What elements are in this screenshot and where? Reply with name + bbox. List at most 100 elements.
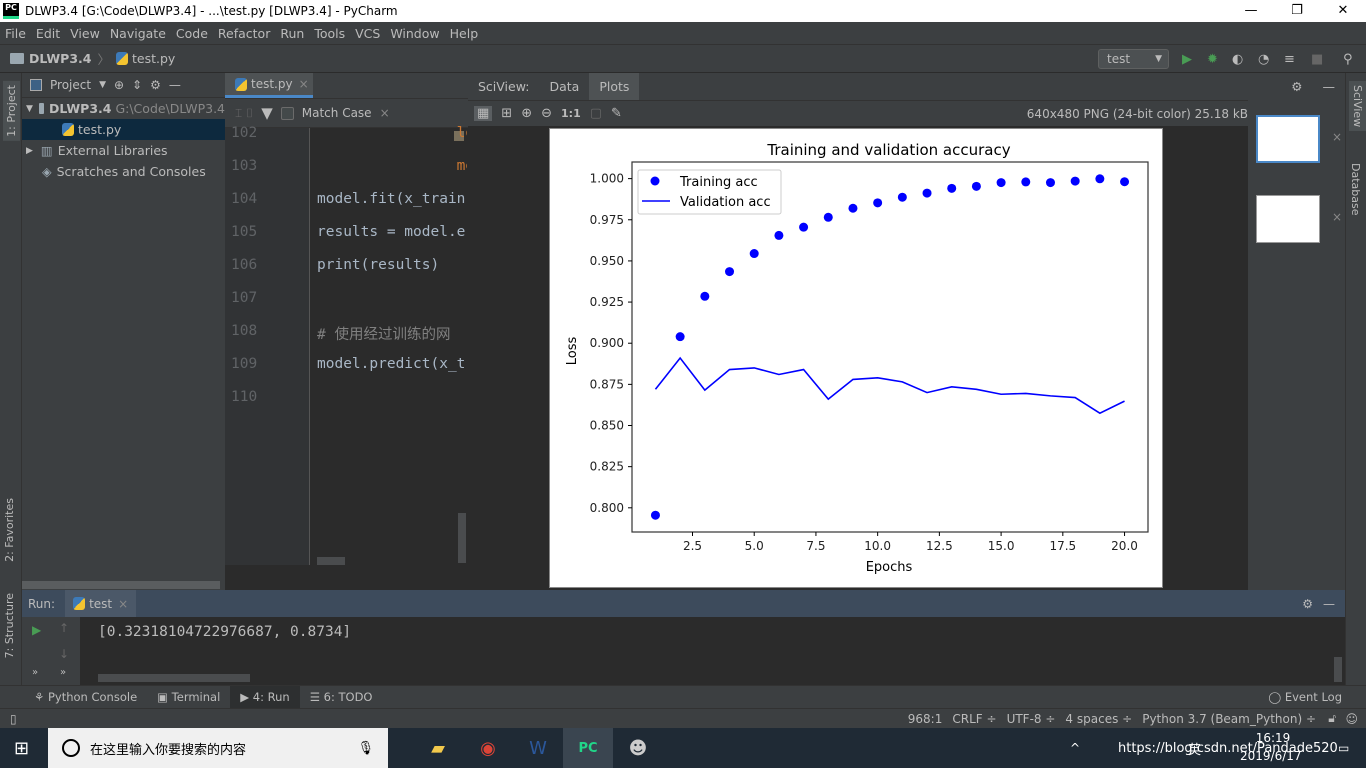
minimize-button[interactable]: — — [1228, 0, 1274, 22]
line-separator[interactable]: CRLF ÷ — [952, 712, 996, 726]
tab-test-py[interactable]: test.py × — [225, 73, 313, 98]
python-interpreter[interactable]: Python 3.7 (Beam_Python) ÷ — [1142, 712, 1316, 726]
concurrency-icon[interactable]: ≡ — [1284, 52, 1295, 67]
tree-item-scratches[interactable]: ◈ Scratches and Consoles — [22, 161, 225, 182]
run-tab[interactable]: ▶ 4: Run — [230, 685, 300, 709]
app-icon[interactable]: ☻ — [613, 728, 663, 768]
vertical-scrollbar[interactable] — [458, 513, 466, 563]
filter-icon[interactable]: ▼ — [261, 104, 273, 122]
project-tool-button[interactable]: 1: Project — [3, 81, 20, 141]
profile-icon[interactable]: ◔ — [1258, 52, 1269, 67]
word-icon[interactable]: W — [513, 728, 563, 768]
zoom-out-icon[interactable]: ⊖ — [541, 106, 552, 121]
breadcrumb-project[interactable]: DLWP3.4 — [29, 51, 91, 66]
lock-icon[interactable]: 🔓︎ — [1328, 711, 1336, 726]
structure-tool-button[interactable]: 7: Structure — [3, 593, 16, 658]
windows-start-icon[interactable]: ⊞ — [14, 738, 29, 759]
horizontal-scrollbar[interactable] — [317, 557, 345, 565]
plot-thumbnail[interactable] — [1256, 115, 1320, 163]
locate-icon[interactable]: ⊕ — [114, 78, 124, 92]
debug-icon[interactable]: ✹ — [1207, 52, 1218, 67]
match-case-checkbox[interactable] — [280, 106, 294, 120]
tree-item-root[interactable]: ▼ DLWP3.4 G:\Code\DLWP3.4 — [22, 98, 225, 119]
vertical-scrollbar[interactable] — [1334, 657, 1342, 682]
menu-window[interactable]: Window — [385, 26, 444, 41]
code-line[interactable]: model.fit(x_train — [317, 191, 467, 207]
microphone-icon[interactable]: 🎙︎ — [357, 741, 374, 756]
horizontal-scrollbar[interactable] — [98, 674, 250, 682]
rerun-icon[interactable]: ▶ — [32, 623, 41, 637]
close-thumbnail-icon[interactable]: × — [1332, 210, 1342, 224]
clock-date[interactable]: 2019/6/17 — [1240, 749, 1302, 763]
ime-indicator[interactable]: 英 — [1188, 739, 1201, 758]
menu-refactor[interactable]: Refactor — [213, 26, 275, 41]
taskbar-search[interactable]: 在这里输入你要搜索的内容 🎙︎ — [48, 728, 388, 768]
menu-run[interactable]: Run — [275, 26, 309, 41]
close-tab-icon[interactable]: × — [299, 77, 309, 91]
zoom-in-icon[interactable]: ⊕ — [521, 106, 532, 121]
code-line[interactable]: met — [317, 158, 467, 174]
code-line[interactable]: los — [317, 125, 467, 141]
caret-position[interactable]: 968:1 — [908, 712, 943, 726]
fit-icon[interactable]: ▦ — [474, 106, 493, 121]
tree-item-test-py[interactable]: test.py — [22, 119, 225, 140]
more-icon[interactable]: » — [60, 667, 66, 678]
pycharm-taskbar-icon[interactable]: PC — [563, 728, 613, 768]
menu-edit[interactable]: Edit — [31, 26, 65, 41]
tab-data[interactable]: Data — [539, 73, 589, 100]
code-line[interactable]: results = model.e — [317, 224, 467, 240]
inspector-icon[interactable]: ☺︎ — [1345, 712, 1358, 726]
settings-icon[interactable]: ⚙ — [150, 78, 161, 92]
run-tab[interactable]: test × — [65, 590, 137, 617]
code-line[interactable]: model.predict(x_t — [317, 356, 467, 372]
python-console-tab[interactable]: ⚘ Python Console — [24, 686, 147, 709]
hide-icon[interactable]: — — [1313, 73, 1346, 100]
coverage-icon[interactable]: ◐ — [1232, 52, 1243, 67]
menu-view[interactable]: View — [65, 26, 105, 41]
run-icon[interactable]: ▶ — [1182, 52, 1192, 67]
todo-tab[interactable]: ☰ 6: TODO — [300, 686, 383, 709]
hide-icon[interactable]: — — [1323, 597, 1335, 611]
indent-setting[interactable]: 4 spaces ÷ — [1065, 712, 1132, 726]
grid-icon[interactable]: ⊞ — [501, 106, 512, 121]
terminal-tab[interactable]: ▣ Terminal — [147, 686, 230, 709]
tree-item-external-libraries[interactable]: ▶ ▥ External Libraries — [22, 140, 225, 161]
collapse-all-icon[interactable]: ⇕ — [132, 78, 142, 92]
close-tab-icon[interactable]: × — [118, 597, 128, 611]
code-line[interactable]: print(results) — [317, 257, 467, 273]
scroll-down-icon[interactable]: ↓ — [59, 647, 69, 661]
tray-expand-icon[interactable]: ^ — [1070, 741, 1080, 755]
search-options-icon[interactable]: ⌶ ⌷ — [235, 106, 253, 121]
settings-icon[interactable]: ⚙ — [1302, 597, 1313, 611]
menu-navigate[interactable]: Navigate — [105, 26, 171, 41]
maximize-button[interactable]: ❐ — [1274, 0, 1320, 22]
menu-help[interactable]: Help — [445, 26, 484, 41]
favorites-tool-button[interactable]: 2: Favorites — [3, 498, 16, 562]
menu-tools[interactable]: Tools — [309, 26, 350, 41]
actual-size-button[interactable]: 1:1 — [561, 107, 581, 120]
stop-icon[interactable]: ■ — [1311, 52, 1323, 67]
scroll-up-icon[interactable]: ↑ — [59, 621, 69, 635]
color-picker-icon[interactable]: ✎ — [611, 106, 622, 121]
hide-icon[interactable]: — — [169, 78, 181, 92]
close-button[interactable]: ✕ — [1320, 0, 1366, 22]
file-explorer-icon[interactable]: ▰ — [413, 728, 463, 768]
database-tool-button[interactable]: Database — [1349, 163, 1362, 216]
settings-icon[interactable]: ⚙ — [1281, 73, 1312, 100]
clock-time[interactable]: 16:19 — [1248, 731, 1298, 745]
event-log-tab[interactable]: ◯ Event Log — [1258, 686, 1352, 709]
tab-plots[interactable]: Plots — [589, 73, 640, 100]
breadcrumb-file[interactable]: test.py — [132, 51, 175, 66]
background-icon[interactable]: ▢ — [590, 106, 602, 121]
menu-vcs[interactable]: VCS — [350, 26, 385, 41]
close-search-icon[interactable]: × — [380, 106, 390, 120]
file-encoding[interactable]: UTF-8 ÷ — [1007, 712, 1056, 726]
chrome-icon[interactable]: ◉ — [463, 728, 513, 768]
more-icon[interactable]: » — [32, 667, 38, 678]
sciview-tool-button[interactable]: SciView — [1349, 81, 1366, 132]
search-icon[interactable]: ⚲ — [1343, 52, 1353, 67]
menu-file[interactable]: File — [0, 26, 31, 41]
tool-windows-icon[interactable]: ▯ — [10, 712, 17, 726]
notifications-icon[interactable]: ▭ — [1338, 741, 1349, 755]
project-view-select[interactable]: Project — [50, 78, 91, 92]
